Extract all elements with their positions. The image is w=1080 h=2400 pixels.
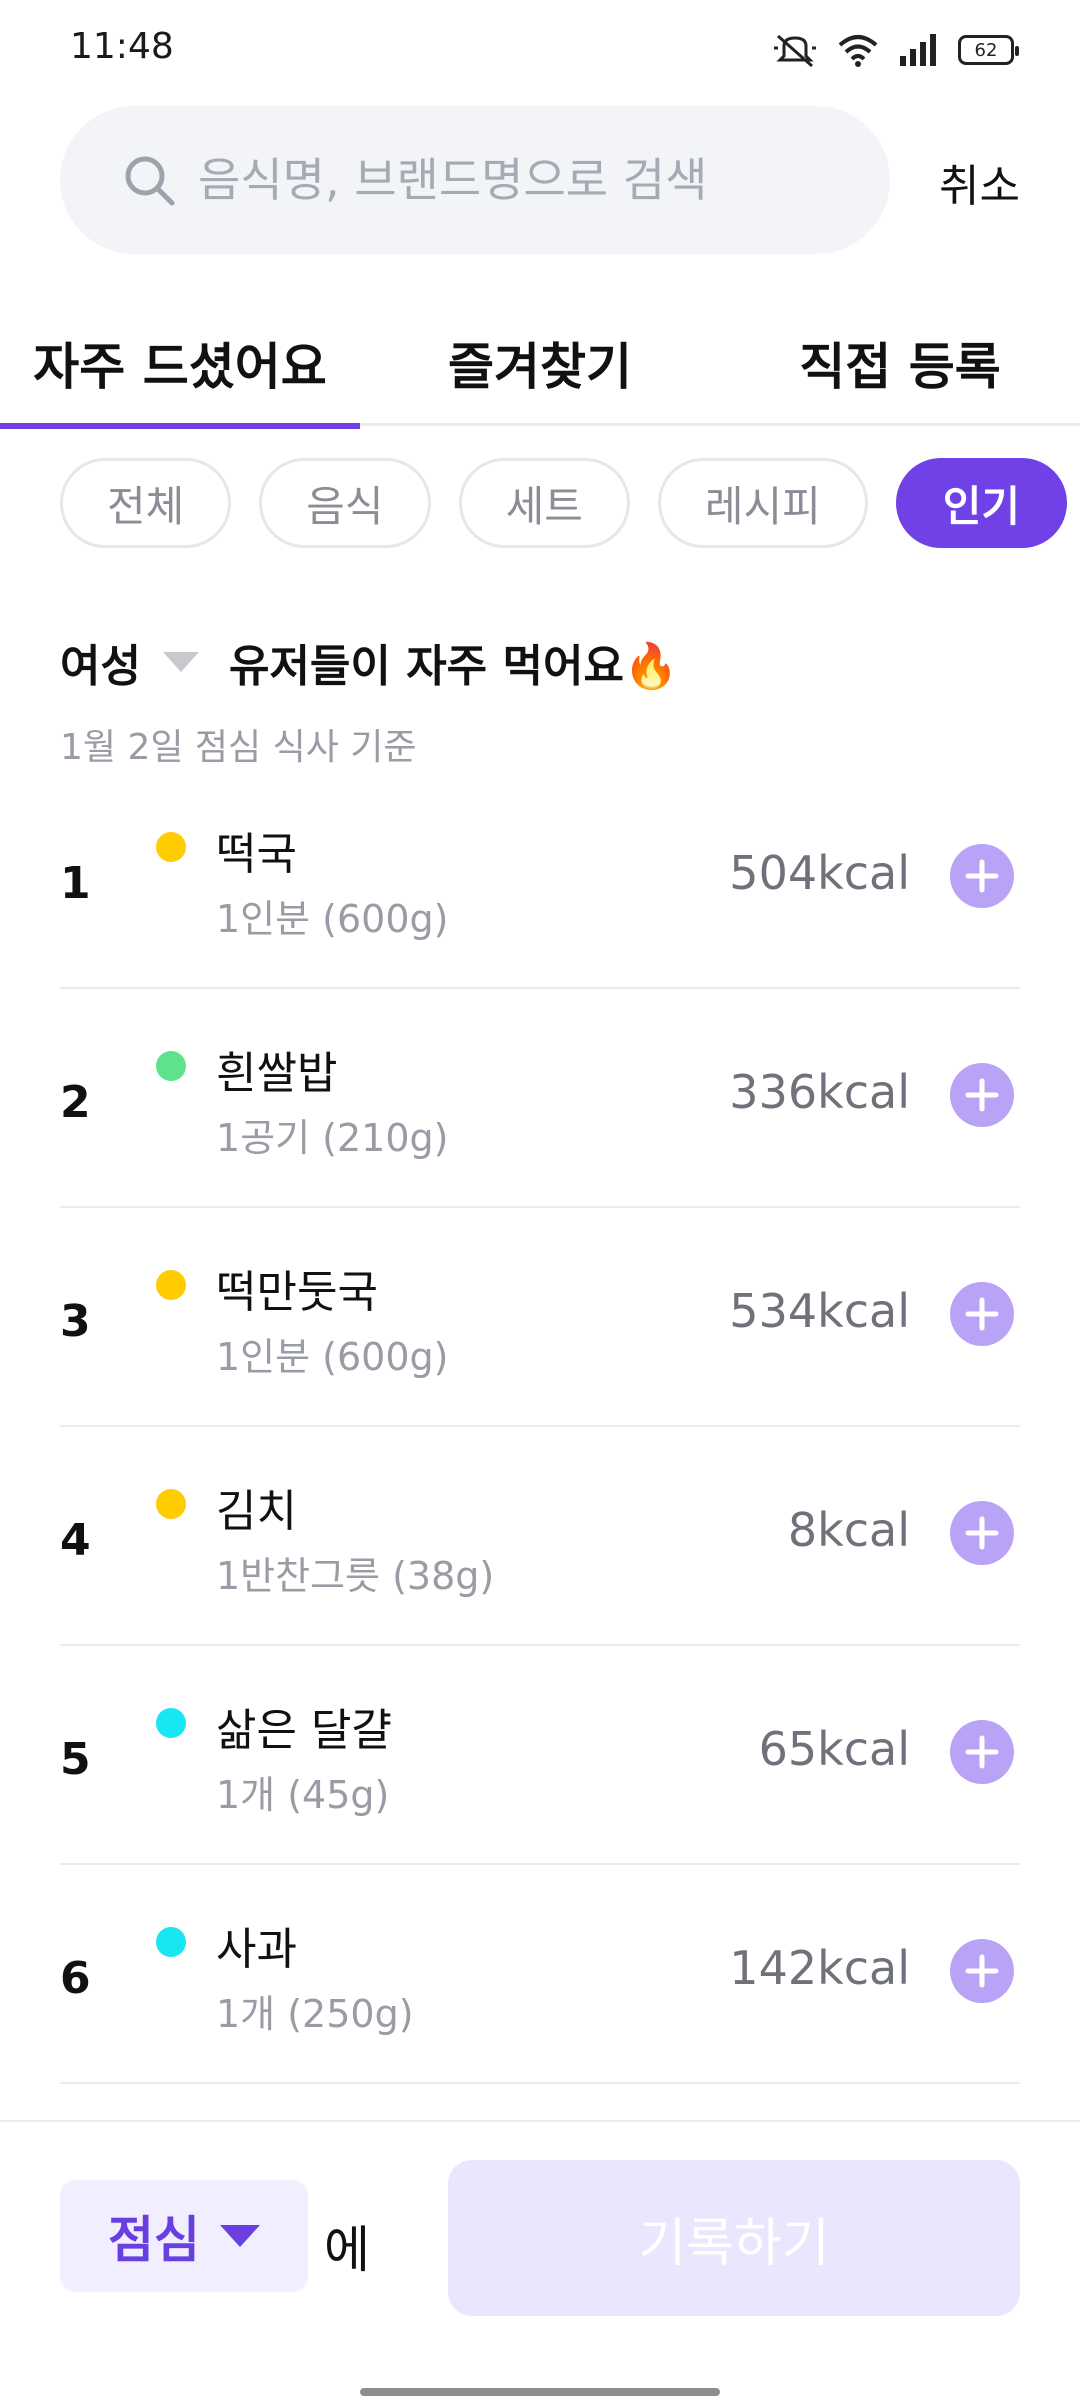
gender-dropdown[interactable]: 여성 xyxy=(60,630,229,694)
add-food-button[interactable] xyxy=(950,1063,1014,1127)
meal-dropdown[interactable]: 점심 xyxy=(60,2180,308,2292)
search-box[interactable] xyxy=(60,106,890,254)
section-subtitle: 1월 2일 점심 식사 기준 xyxy=(60,727,417,768)
add-food-button[interactable] xyxy=(950,844,1014,908)
chip-all[interactable]: 전체 xyxy=(60,458,232,548)
food-portion: 1반찬그릇 (38g) xyxy=(216,1554,495,1598)
meal-suffix: 에 xyxy=(324,2221,370,2279)
list-item[interactable]: 4 김치 1반찬그릇 (38g) 8kcal xyxy=(60,1427,1020,1646)
plus-icon xyxy=(965,1297,999,1331)
food-rank: 3 xyxy=(60,1296,91,1347)
cancel-button[interactable]: 취소 xyxy=(939,150,1020,214)
home-indicator[interactable] xyxy=(360,2388,720,2396)
plus-icon xyxy=(965,1735,999,1769)
plus-icon xyxy=(965,1954,999,1988)
food-list: 1 떡국 1인분 (600g) 504kcal 2 흰쌀밥 1공기 (210g)… xyxy=(60,770,1020,2084)
gender-label: 여성 xyxy=(60,641,141,692)
status-time: 11:48 xyxy=(70,26,174,67)
mute-icon xyxy=(774,34,816,68)
list-item[interactable]: 5 삶은 달걀 1개 (45g) 65kcal xyxy=(60,1646,1020,1865)
food-portion: 1개 (45g) xyxy=(216,1773,390,1817)
battery-icon: 62 xyxy=(958,35,1019,65)
food-name: 김치 xyxy=(216,1486,297,1537)
category-dot-icon xyxy=(156,1489,186,1519)
food-rank: 6 xyxy=(60,1953,91,2004)
caret-down-icon xyxy=(162,652,199,672)
record-button[interactable]: 기록하기 xyxy=(448,2160,1020,2316)
chip-set[interactable]: 세트 xyxy=(458,458,630,548)
food-portion: 1개 (250g) xyxy=(216,1992,414,2036)
food-name: 떡만둣국 xyxy=(216,1267,378,1318)
food-rank: 2 xyxy=(60,1077,91,1128)
category-dot-icon xyxy=(156,1270,186,1300)
tab-bar: 자주 드셨어요 즐겨찾기 직접 등록 xyxy=(0,300,1080,429)
chip-recipe[interactable]: 레시피 xyxy=(657,458,868,548)
add-food-button[interactable] xyxy=(950,1282,1014,1346)
category-dot-icon xyxy=(156,1927,186,1957)
add-food-button[interactable] xyxy=(950,1501,1014,1565)
status-bar: 11:48 62 xyxy=(0,0,1080,96)
tab-custom[interactable]: 직접 등록 xyxy=(720,300,1080,426)
list-item[interactable]: 3 떡만둣국 1인분 (600g) 534kcal xyxy=(60,1208,1020,1427)
meal-label: 점심 xyxy=(108,2211,200,2269)
tab-favorites[interactable]: 즐겨찾기 xyxy=(360,300,720,426)
search-input[interactable] xyxy=(198,153,838,207)
bottom-bar: 점심 에 기록하기 xyxy=(0,2120,1080,2400)
food-kcal: 534kcal xyxy=(729,1284,910,1338)
wifi-icon xyxy=(838,35,878,67)
food-name: 삶은 달걀 xyxy=(216,1705,392,1756)
chip-food[interactable]: 음식 xyxy=(259,458,431,548)
food-kcal: 8kcal xyxy=(787,1503,910,1557)
food-kcal: 336kcal xyxy=(729,1065,910,1119)
food-rank: 4 xyxy=(60,1515,91,1566)
food-portion: 1공기 (210g) xyxy=(216,1116,449,1160)
search-icon xyxy=(125,156,175,206)
list-item[interactable]: 2 흰쌀밥 1공기 (210g) 336kcal xyxy=(60,989,1020,1208)
section-title: 유저들이 자주 먹어요🔥 xyxy=(228,641,679,692)
filter-chips: 전체 음식 세트 레시피 인기 xyxy=(60,458,1080,550)
food-kcal: 142kcal xyxy=(729,1941,910,1995)
food-kcal: 504kcal xyxy=(729,846,910,900)
category-dot-icon xyxy=(156,1708,186,1738)
category-dot-icon xyxy=(156,832,186,862)
chip-popular[interactable]: 인기 xyxy=(895,458,1068,548)
signal-icon xyxy=(900,34,936,66)
food-name: 사과 xyxy=(216,1924,297,1975)
food-rank: 5 xyxy=(60,1734,91,1785)
status-icons: 62 xyxy=(772,30,1019,70)
plus-icon xyxy=(965,859,999,893)
food-portion: 1인분 (600g) xyxy=(216,897,449,941)
plus-icon xyxy=(965,1078,999,1112)
section-header: 여성 유저들이 자주 먹어요🔥 xyxy=(60,630,679,694)
list-item[interactable]: 1 떡국 1인분 (600g) 504kcal xyxy=(60,770,1020,989)
food-kcal: 65kcal xyxy=(758,1722,910,1776)
add-food-button[interactable] xyxy=(950,1939,1014,2003)
food-rank: 1 xyxy=(60,858,91,909)
food-name: 떡국 xyxy=(216,829,297,880)
food-portion: 1인분 (600g) xyxy=(216,1335,449,1379)
add-food-button[interactable] xyxy=(950,1720,1014,1784)
category-dot-icon xyxy=(156,1051,186,1081)
list-item[interactable]: 6 사과 1개 (250g) 142kcal xyxy=(60,1865,1020,2084)
food-name: 흰쌀밥 xyxy=(216,1048,338,1099)
tab-frequent[interactable]: 자주 드셨어요 xyxy=(0,300,360,429)
plus-icon xyxy=(965,1516,999,1550)
caret-down-icon xyxy=(220,2225,260,2247)
